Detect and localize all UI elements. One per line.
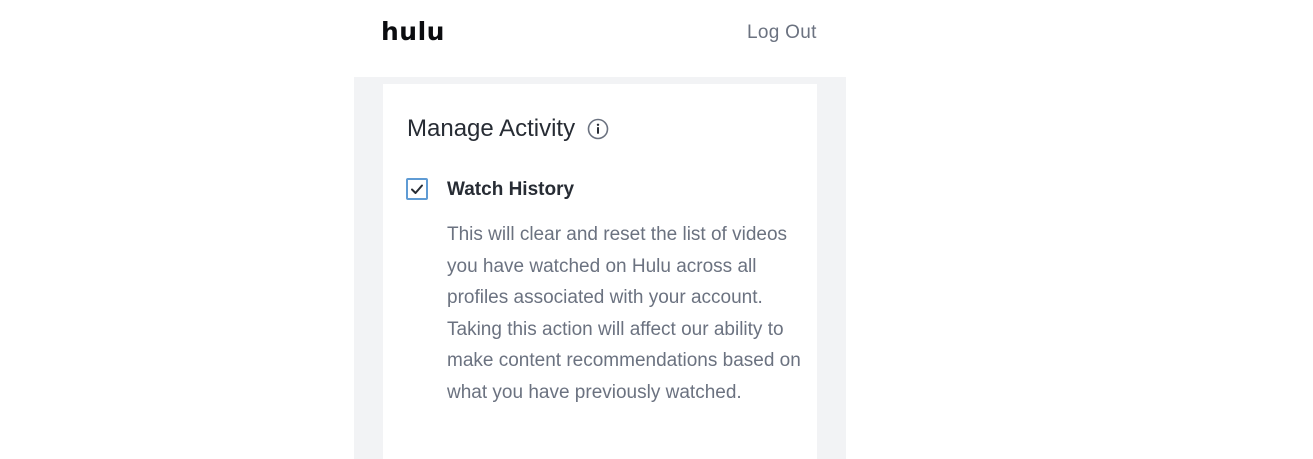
manage-activity-card: Manage Activity Watch History This will … <box>383 84 817 459</box>
manage-activity-title: Manage Activity <box>407 115 576 142</box>
checkmark-icon <box>411 184 423 194</box>
logout-link[interactable]: Log Out <box>747 21 817 45</box>
watch-history-description: This will clear and reset the list of vi… <box>447 224 801 403</box>
watch-history-checkbox[interactable] <box>406 178 428 200</box>
watch-history-label[interactable]: Watch History <box>447 178 574 202</box>
manage-activity-heading: Manage Activity <box>407 114 609 144</box>
info-icon[interactable] <box>587 118 609 140</box>
top-header: hulu Log Out <box>0 0 1313 70</box>
hulu-logo[interactable]: hulu <box>381 16 445 48</box>
